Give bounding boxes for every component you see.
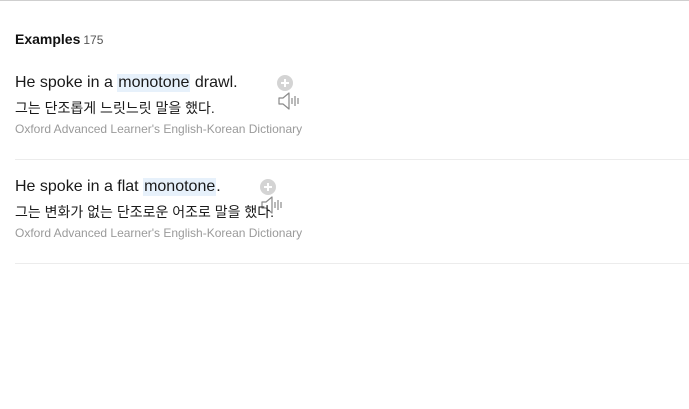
example-sentence: He spoke in a monotone drawl. — [15, 71, 689, 110]
sentence-text-after: drawl. — [190, 74, 238, 91]
speaker-icon[interactable] — [226, 177, 282, 214]
examples-heading: Examples 175 — [15, 31, 103, 49]
example-translation: 그는 단조롭게 느릿느릿 말을 했다. — [15, 100, 215, 116]
example-source[interactable]: Oxford Advanced Learner's English-Korean… — [15, 122, 689, 136]
example-source[interactable]: Oxford Advanced Learner's English-Korean… — [15, 226, 689, 240]
add-to-wordbook-button[interactable] — [259, 179, 276, 195]
top-divider — [0, 0, 689, 1]
speaker-icon[interactable] — [243, 73, 299, 110]
sentence-text-before: He spoke in a flat — [15, 178, 144, 195]
example-item: He spoke in a flat monotone. 그는 변화가 없는 단… — [15, 175, 689, 264]
sentence-keyword[interactable]: monotone — [117, 74, 191, 92]
examples-count: 175 — [83, 33, 104, 47]
sentence-text-after: . — [216, 178, 221, 195]
example-translation: 그는 변화가 없는 단조로운 어조로 말을 했다. — [15, 204, 275, 220]
examples-title: Examples — [15, 31, 81, 47]
sentence-keyword[interactable]: monotone — [143, 178, 217, 196]
sentence-text-before: He spoke in a — [15, 74, 118, 91]
add-to-wordbook-button[interactable] — [276, 75, 293, 91]
example-sentence: He spoke in a flat monotone. — [15, 175, 689, 214]
example-item: He spoke in a monotone drawl. 그는 단조롭게 느릿… — [15, 71, 689, 160]
